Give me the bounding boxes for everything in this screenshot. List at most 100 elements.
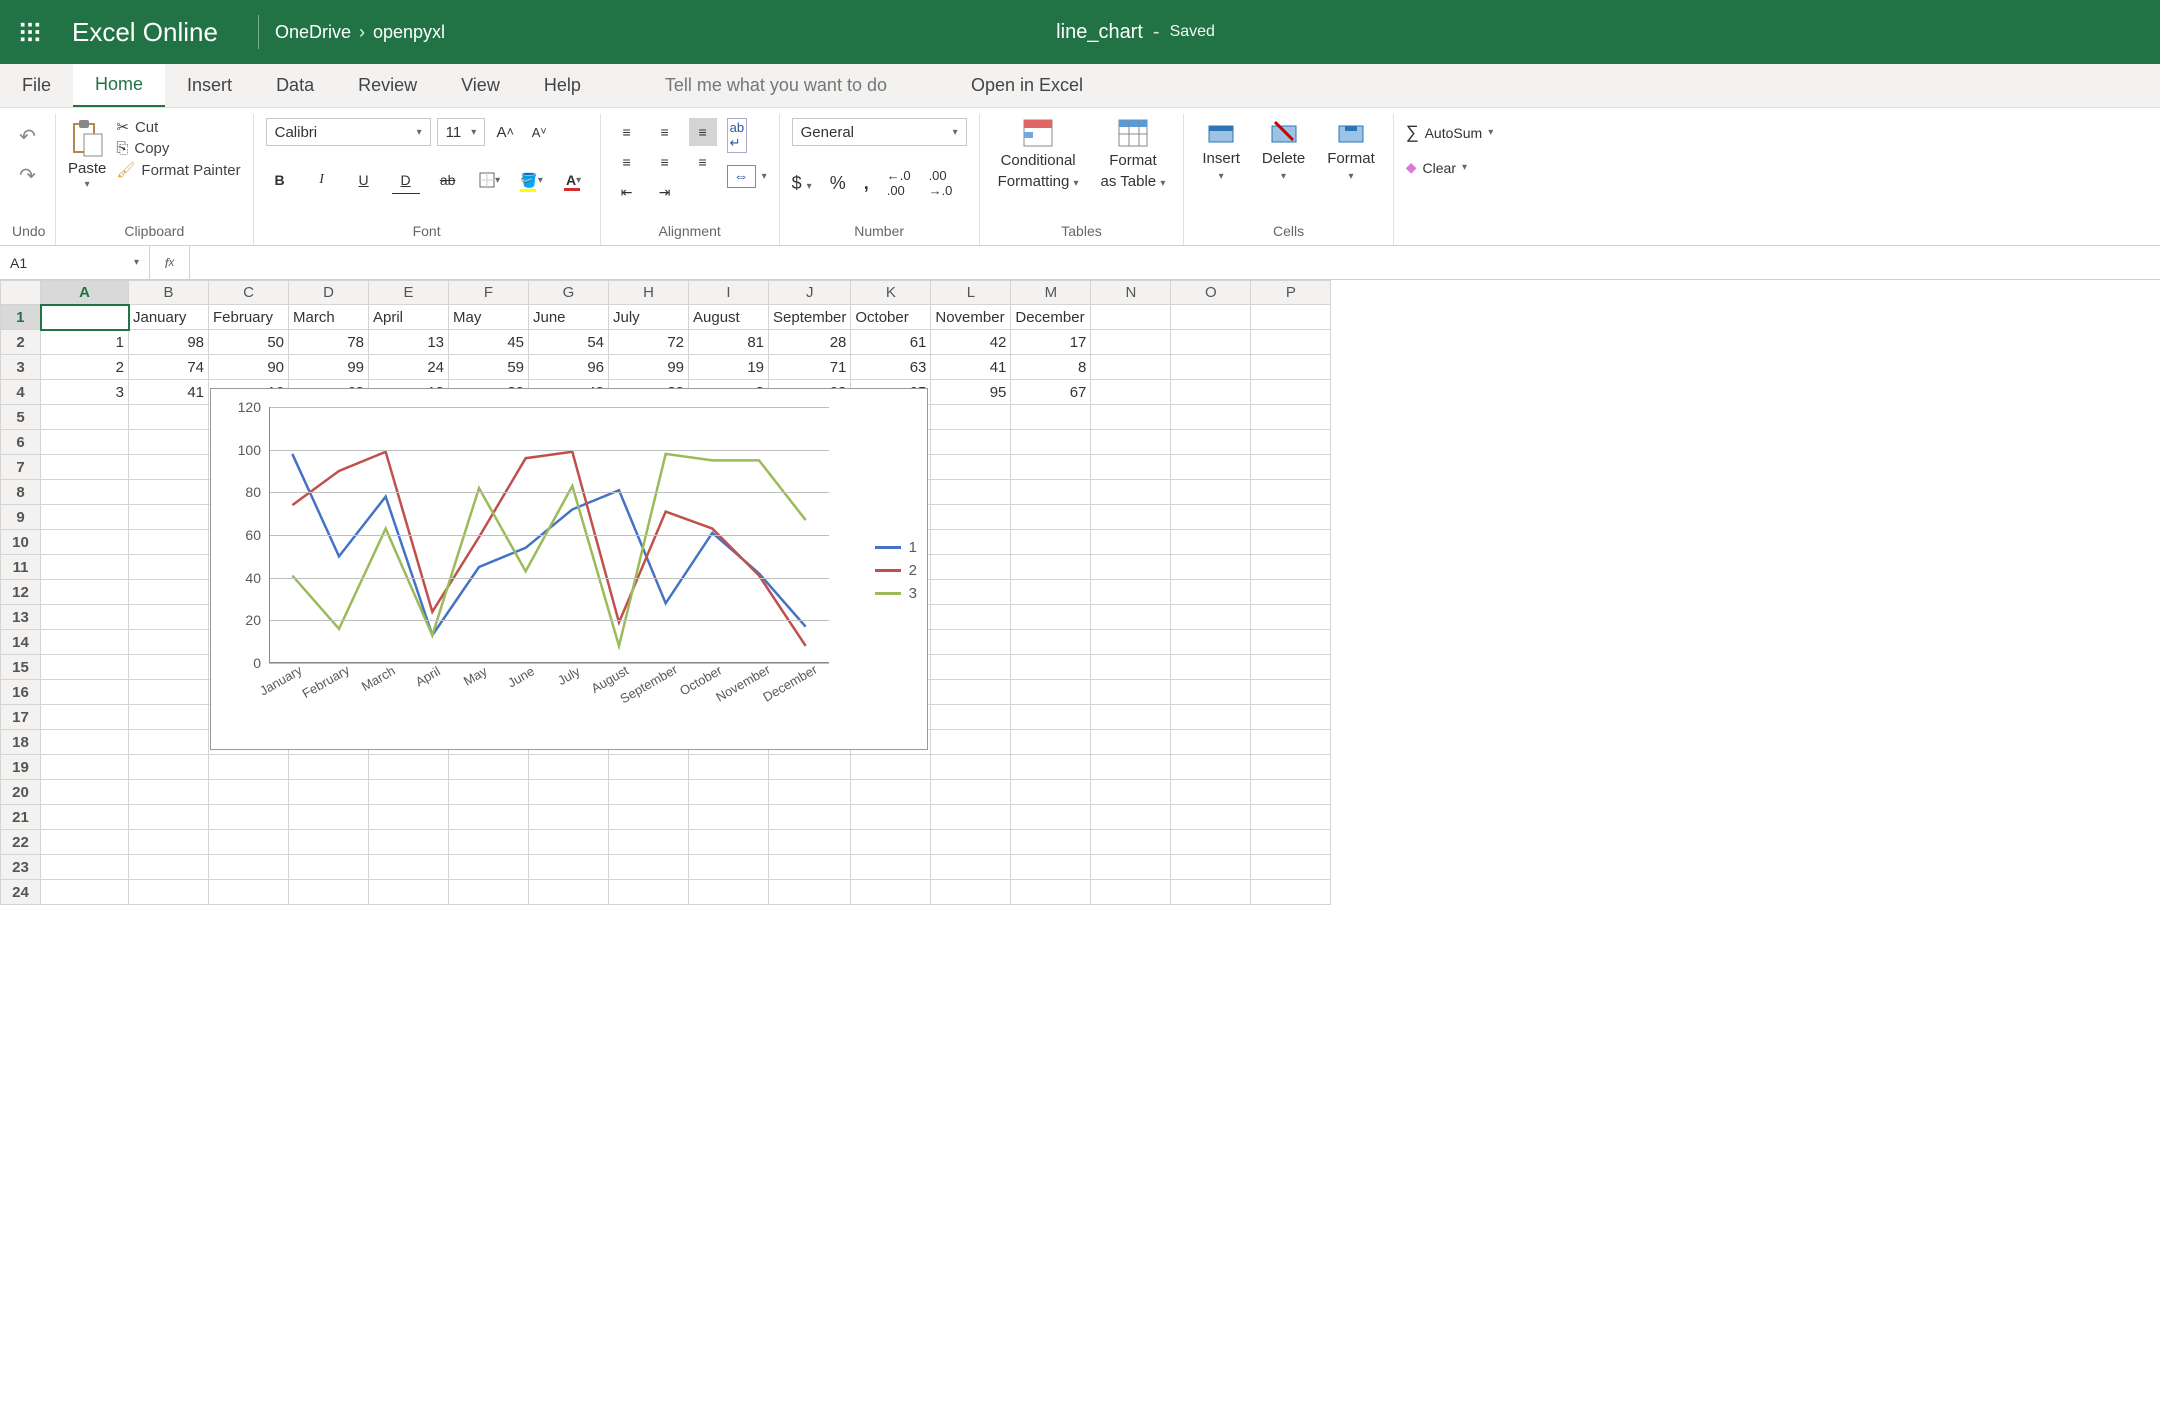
cell[interactable] [1091, 480, 1171, 505]
cell[interactable] [41, 730, 129, 755]
cell[interactable]: 24 [369, 355, 449, 380]
paste-button[interactable]: Paste ▾ [68, 118, 106, 190]
italic-button[interactable]: I [308, 166, 336, 194]
cell[interactable] [129, 830, 209, 855]
cell[interactable] [1171, 455, 1251, 480]
fx-icon[interactable]: fx [150, 246, 190, 279]
cell[interactable] [1091, 455, 1171, 480]
cell[interactable] [931, 680, 1011, 705]
cell[interactable] [41, 805, 129, 830]
cell[interactable]: 50 [209, 330, 289, 355]
cell[interactable] [1011, 555, 1091, 580]
cell[interactable] [689, 880, 769, 905]
font-size-dropdown[interactable]: 11▾ [437, 118, 486, 146]
cell[interactable] [41, 830, 129, 855]
cell[interactable] [449, 805, 529, 830]
cell[interactable] [529, 805, 609, 830]
cut-button[interactable]: ✂Cut [116, 118, 240, 136]
cell[interactable] [129, 605, 209, 630]
cell[interactable] [1251, 730, 1331, 755]
cell[interactable] [1171, 530, 1251, 555]
column-header[interactable]: P [1251, 281, 1331, 305]
cell[interactable] [1011, 605, 1091, 630]
cell[interactable] [1091, 355, 1171, 380]
cell[interactable]: 8 [1011, 355, 1091, 380]
comma-format-button[interactable]: , [864, 173, 869, 194]
cell[interactable] [129, 530, 209, 555]
cell[interactable] [1171, 605, 1251, 630]
tab-review[interactable]: Review [336, 64, 439, 107]
row-header[interactable]: 17 [1, 705, 41, 730]
cell[interactable] [41, 680, 129, 705]
cell[interactable]: September [769, 305, 851, 330]
align-bottom-icon[interactable]: ≡ [689, 118, 717, 146]
cell[interactable]: 42 [931, 330, 1011, 355]
merge-center-button[interactable]: ⇔▾ [727, 165, 767, 188]
cell[interactable] [1251, 705, 1331, 730]
conditional-formatting-button[interactable]: Conditional Formatting ▾ [992, 118, 1085, 190]
embedded-chart[interactable]: 020406080100120JanuaryFebruaryMarchApril… [210, 388, 928, 750]
cell[interactable]: July [609, 305, 689, 330]
redo-icon[interactable]: ↷ [19, 163, 36, 188]
cell[interactable] [41, 480, 129, 505]
cell[interactable] [1091, 805, 1171, 830]
cell[interactable]: February [209, 305, 289, 330]
clear-button[interactable]: ◆Clear▾ [1406, 159, 1467, 176]
cell[interactable] [769, 855, 851, 880]
autosum-button[interactable]: ∑AutoSum▾ [1406, 122, 1493, 143]
cell[interactable] [1251, 855, 1331, 880]
cell[interactable] [1091, 705, 1171, 730]
cell[interactable]: 2 [41, 355, 129, 380]
cell[interactable] [41, 630, 129, 655]
row-header[interactable]: 8 [1, 480, 41, 505]
cell[interactable] [931, 655, 1011, 680]
legend-item[interactable]: 1 [875, 539, 917, 556]
cell[interactable] [449, 880, 529, 905]
cell[interactable] [1171, 730, 1251, 755]
shrink-font-icon[interactable]: A˅ [525, 118, 553, 146]
cell[interactable]: 81 [689, 330, 769, 355]
cell[interactable] [1011, 405, 1091, 430]
column-header[interactable]: J [769, 281, 851, 305]
cell[interactable] [41, 855, 129, 880]
cell[interactable] [1171, 655, 1251, 680]
cell[interactable]: 90 [209, 355, 289, 380]
cell[interactable] [1251, 530, 1331, 555]
cell[interactable] [1011, 655, 1091, 680]
row-header[interactable]: 21 [1, 805, 41, 830]
column-header[interactable]: I [689, 281, 769, 305]
cell[interactable] [209, 880, 289, 905]
cell[interactable]: 13 [369, 330, 449, 355]
cell[interactable]: 1 [41, 330, 129, 355]
row-header[interactable]: 7 [1, 455, 41, 480]
cell[interactable]: 17 [1011, 330, 1091, 355]
cell[interactable] [1251, 430, 1331, 455]
cell[interactable] [41, 780, 129, 805]
cell[interactable] [1251, 330, 1331, 355]
tab-insert[interactable]: Insert [165, 64, 254, 107]
cell[interactable] [1011, 730, 1091, 755]
cell[interactable] [1171, 305, 1251, 330]
cell[interactable] [851, 755, 931, 780]
cell[interactable] [369, 830, 449, 855]
cell[interactable] [529, 780, 609, 805]
name-box[interactable]: A1▾ [0, 246, 150, 279]
cell[interactable] [129, 405, 209, 430]
open-in-excel[interactable]: Open in Excel [949, 64, 1105, 107]
cell[interactable] [129, 805, 209, 830]
cell[interactable] [1251, 405, 1331, 430]
cell[interactable] [1011, 705, 1091, 730]
cell[interactable] [1011, 630, 1091, 655]
cell[interactable] [41, 455, 129, 480]
cell[interactable] [1091, 605, 1171, 630]
cell[interactable]: 99 [289, 355, 369, 380]
cell[interactable]: April [369, 305, 449, 330]
cell[interactable]: 61 [851, 330, 931, 355]
cell[interactable]: 99 [609, 355, 689, 380]
cell[interactable] [609, 780, 689, 805]
cell[interactable] [1171, 330, 1251, 355]
cell[interactable] [1091, 380, 1171, 405]
column-header[interactable]: H [609, 281, 689, 305]
cell[interactable] [1091, 430, 1171, 455]
tab-data[interactable]: Data [254, 64, 336, 107]
